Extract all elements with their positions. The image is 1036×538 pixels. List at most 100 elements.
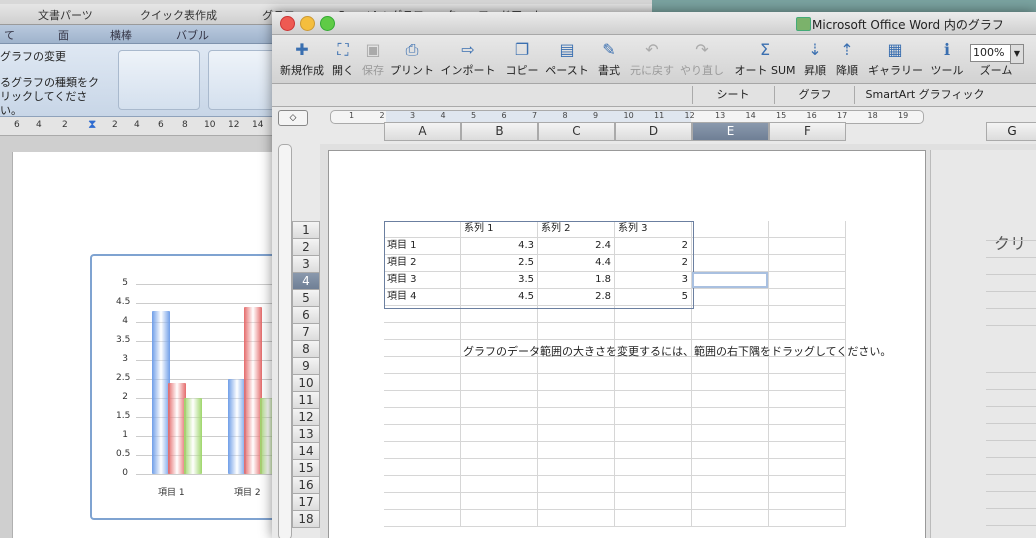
cell[interactable] — [769, 510, 846, 527]
cell[interactable] — [461, 323, 538, 340]
cell[interactable] — [384, 323, 461, 340]
cell[interactable] — [769, 391, 846, 408]
cell[interactable] — [615, 493, 692, 510]
cell[interactable]: 3.5 — [461, 272, 538, 289]
cell[interactable] — [538, 442, 615, 459]
word-chart-subtab[interactable]: バブル — [176, 27, 209, 43]
cell[interactable] — [461, 357, 538, 374]
cell[interactable]: 2.4 — [538, 238, 615, 255]
cell[interactable]: 項目 2 — [384, 255, 461, 272]
row-header-12[interactable]: 12 — [292, 408, 320, 426]
cell[interactable] — [384, 340, 461, 357]
cell[interactable] — [769, 238, 846, 255]
row-header-14[interactable]: 14 — [292, 442, 320, 460]
cell[interactable] — [384, 476, 461, 493]
gallery-tab-2[interactable]: グラフ — [774, 86, 855, 104]
word-ribbon-tab[interactable]: クイック表作成 — [140, 7, 217, 23]
row-header-15[interactable]: 15 — [292, 459, 320, 477]
cell[interactable] — [692, 306, 769, 323]
row-header-11[interactable]: 11 — [292, 391, 320, 409]
row-header-3[interactable]: 3 — [292, 255, 320, 273]
cell[interactable] — [769, 289, 846, 306]
row-header-18[interactable]: 18 — [292, 510, 320, 528]
cell[interactable] — [769, 442, 846, 459]
cell[interactable] — [692, 374, 769, 391]
cell[interactable] — [769, 357, 846, 374]
window-titlebar[interactable]: Microsoft Office Word 内のグラフ — [272, 12, 1036, 35]
cell[interactable]: 項目 1 — [384, 238, 461, 255]
cell[interactable] — [384, 510, 461, 527]
row-header-2[interactable]: 2 — [292, 238, 320, 256]
gallery-button[interactable]: ▦ ギャラリー — [868, 38, 923, 82]
cell[interactable]: 1.8 — [538, 272, 615, 289]
cell[interactable] — [384, 306, 461, 323]
cell[interactable] — [461, 425, 538, 442]
cell[interactable] — [538, 306, 615, 323]
zoom-input[interactable]: 100% — [970, 44, 1012, 62]
row-header-9[interactable]: 9 — [292, 357, 320, 375]
new-button[interactable]: ✚ 新規作成 — [278, 38, 326, 82]
word-chart-subtab[interactable]: 面 — [58, 27, 69, 43]
import-button[interactable]: ⇨ インポート — [438, 38, 498, 82]
cell[interactable] — [384, 357, 461, 374]
column-header-d[interactable]: D — [615, 122, 692, 141]
cell[interactable] — [538, 459, 615, 476]
cell[interactable] — [615, 510, 692, 527]
row-header-16[interactable]: 16 — [292, 476, 320, 494]
row-header-4[interactable]: 4 — [292, 272, 320, 290]
close-window-button[interactable] — [280, 16, 295, 31]
cell[interactable] — [538, 323, 615, 340]
cell[interactable] — [461, 493, 538, 510]
format-brush-button[interactable]: ✎ 書式 — [594, 38, 624, 82]
cell[interactable] — [384, 425, 461, 442]
cell[interactable] — [538, 425, 615, 442]
cell[interactable] — [538, 493, 615, 510]
cell[interactable] — [538, 476, 615, 493]
redo-button[interactable]: ↷ やり直し — [678, 38, 726, 82]
row-header-5[interactable]: 5 — [292, 289, 320, 307]
cell[interactable] — [769, 476, 846, 493]
gallery-tab-1[interactable]: シート — [692, 86, 773, 104]
cell[interactable]: 項目 3 — [384, 272, 461, 289]
cell[interactable] — [461, 391, 538, 408]
cell[interactable] — [692, 255, 769, 272]
print-button[interactable]: ⎙ プリント — [390, 38, 434, 82]
chart-type-button[interactable] — [118, 50, 200, 110]
chart-bar[interactable] — [184, 398, 202, 474]
column-header-b[interactable]: B — [461, 122, 538, 141]
cell[interactable] — [769, 425, 846, 442]
minimize-window-button[interactable] — [300, 16, 315, 31]
cell[interactable] — [538, 391, 615, 408]
gallery-tab-3[interactable]: SmartArt グラフィック — [854, 86, 995, 104]
copy-button[interactable]: ❐ コピー — [504, 38, 540, 82]
cell[interactable] — [692, 289, 769, 306]
cell[interactable]: 系列 3 — [615, 221, 692, 238]
cell[interactable] — [384, 391, 461, 408]
toolbox-button[interactable]: ℹ ツール — [928, 38, 966, 82]
cell[interactable] — [384, 408, 461, 425]
column-header-e[interactable]: E — [692, 122, 769, 141]
cell[interactable] — [538, 374, 615, 391]
cell[interactable] — [615, 306, 692, 323]
save-button[interactable]: ▣ 保存 — [360, 38, 386, 82]
cell[interactable]: 系列 2 — [538, 221, 615, 238]
cell[interactable]: 3 — [615, 272, 692, 289]
cell[interactable] — [384, 493, 461, 510]
cell[interactable] — [461, 442, 538, 459]
undo-button[interactable]: ↶ 元に戻す — [630, 38, 674, 82]
cell[interactable] — [461, 510, 538, 527]
sort-descending-button[interactable]: ⇡ 降順 — [832, 38, 862, 82]
word-chart-subtab[interactable]: て — [4, 27, 15, 43]
cell[interactable] — [692, 459, 769, 476]
zoom-window-button[interactable] — [320, 16, 335, 31]
word-chart-subtab[interactable]: 横棒 — [110, 27, 132, 43]
indent-marker-icon[interactable]: ⧗ — [88, 117, 96, 132]
cell[interactable] — [461, 374, 538, 391]
cell[interactable]: 4.3 — [461, 238, 538, 255]
cell[interactable] — [692, 476, 769, 493]
zoom-dropdown-button[interactable]: ▼ — [1010, 44, 1024, 64]
cell[interactable] — [615, 425, 692, 442]
cell[interactable] — [692, 221, 769, 238]
cell[interactable] — [692, 493, 769, 510]
cell[interactable] — [615, 408, 692, 425]
